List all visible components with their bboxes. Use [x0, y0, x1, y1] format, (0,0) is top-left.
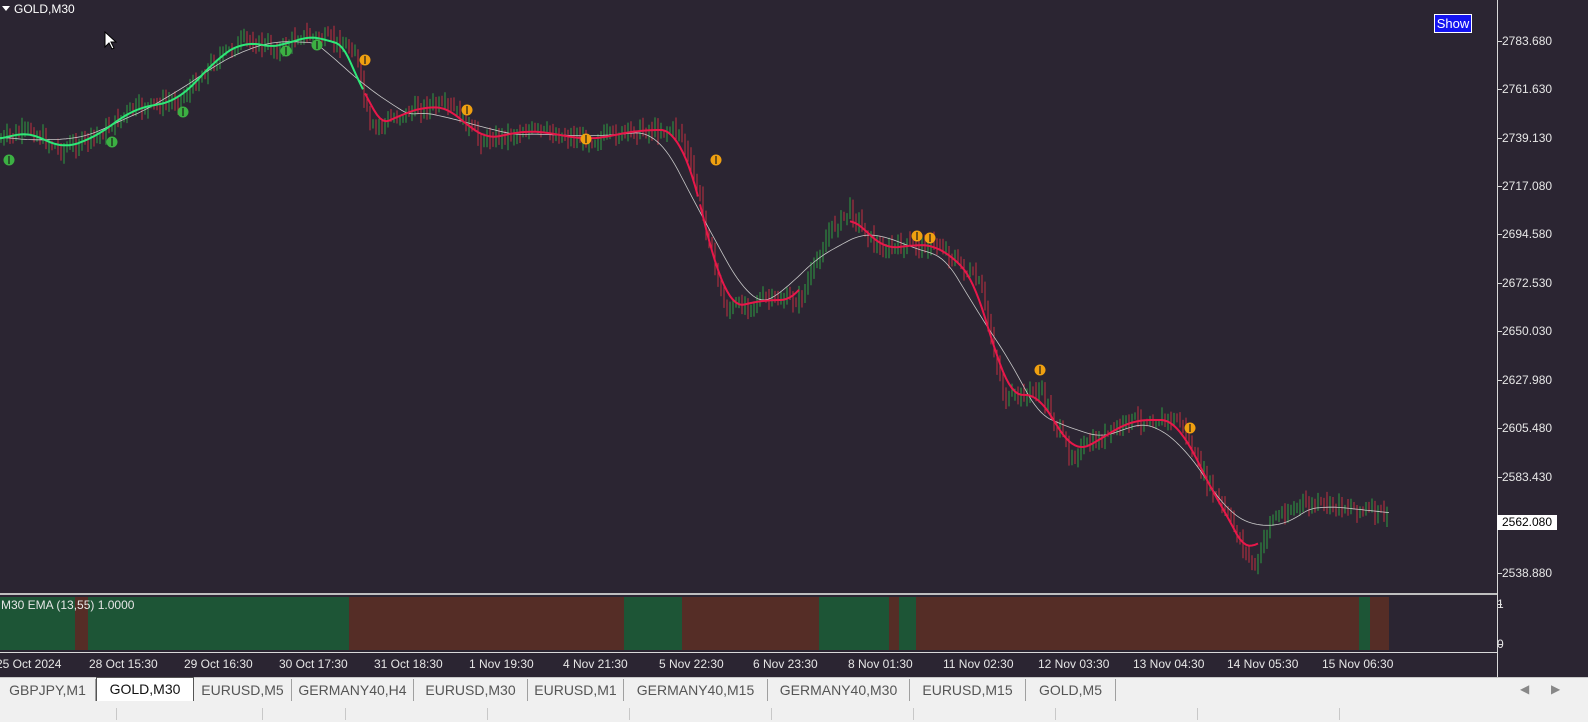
price-tick-label: 2717.080 — [1498, 179, 1552, 193]
symbol-title-text: GOLD,M30 — [14, 2, 75, 16]
time-tick-label: 28 Oct 15:30 — [89, 657, 158, 671]
tab-gold-m30[interactable]: GOLD,M30 — [96, 677, 194, 701]
price-tick-label: 2538.880 — [1498, 566, 1552, 580]
scroll-right-icon[interactable]: ▶ — [1551, 682, 1560, 696]
indicator-scale-top: 1 — [1497, 597, 1504, 611]
sell-signal-icon — [461, 104, 473, 116]
buy-signal-icon — [3, 154, 15, 166]
sell-signal-icon — [1184, 422, 1196, 434]
ema-histogram — [0, 597, 1389, 650]
time-tick-label: 11 Nov 02:30 — [943, 657, 1014, 671]
buy-signal-icon — [177, 106, 189, 118]
buy-signal-icon — [106, 136, 118, 148]
sell-signal-icon — [1034, 364, 1046, 376]
histogram-zone — [916, 597, 1359, 650]
symbol-title[interactable]: GOLD,M30 — [2, 2, 75, 16]
show-button[interactable]: Show — [1434, 14, 1472, 33]
price-tick-label: 2672.530 — [1498, 276, 1552, 290]
sell-signal-icon — [911, 230, 923, 242]
tab-germany40-m30[interactable]: GERMANY40,M30 — [768, 679, 910, 701]
chart-tab-bar: GBPJPY,M1 GOLD,M30 EURUSD,M5 GERMANY40,H4 EU… — [0, 677, 1588, 722]
candles — [0, 22, 1388, 575]
price-tick-label: 2605.480 — [1498, 421, 1552, 435]
mouse-cursor-icon — [104, 31, 118, 50]
ema-fast-up-line — [0, 36, 364, 147]
price-axis[interactable]: 2783.680 2761.630 2739.130 2717.080 2694.580… — [1497, 0, 1588, 677]
time-tick-label: 15 Nov 06:30 — [1322, 657, 1394, 671]
scroll-left-icon[interactable]: ◀ — [1520, 682, 1529, 696]
time-tick-label: 8 Nov 01:30 — [848, 657, 913, 671]
tab-eurusd-m5[interactable]: EURUSD,M5 — [194, 679, 292, 701]
price-tick-label: 2627.980 — [1498, 373, 1552, 387]
current-price-label: 2562.080 — [1497, 515, 1557, 530]
sell-signal-icon — [359, 54, 371, 66]
buy-signal-icon — [280, 45, 292, 57]
status-bar — [0, 705, 1588, 722]
tab-eurusd-m30[interactable]: EURUSD,M30 — [414, 679, 528, 701]
dropdown-triangle-icon[interactable] — [2, 6, 10, 11]
tab-germany40-h4[interactable]: GERMANY40,H4 — [292, 679, 414, 701]
tab-germany40-m15[interactable]: GERMANY40,M15 — [624, 679, 768, 701]
histogram-zone — [899, 597, 916, 650]
time-tick-label: 12 Nov 03:30 — [1038, 657, 1110, 671]
histogram-zone — [624, 597, 682, 650]
time-tick-label: 25 Oct 2024 — [0, 657, 62, 671]
time-tick-label: 30 Oct 17:30 — [279, 657, 348, 671]
tab-eurusd-m15[interactable]: EURUSD,M15 — [910, 679, 1026, 701]
ema-slow-line — [0, 41, 1390, 526]
time-tick-label: 6 Nov 23:30 — [753, 657, 818, 671]
tab-eurusd-m1[interactable]: EURUSD,M1 — [528, 679, 624, 701]
time-tick-label: 4 Nov 21:30 — [563, 657, 628, 671]
candlestick-chart[interactable] — [0, 0, 1497, 593]
sell-signal-icon — [580, 133, 592, 145]
price-tick-label: 2739.130 — [1498, 131, 1552, 145]
price-tick-label: 2783.680 — [1498, 34, 1552, 48]
indicator-pane[interactable]: M30 EMA (13,55) 1.0000 — [0, 595, 1497, 652]
price-tick-label: 2583.430 — [1498, 470, 1552, 484]
time-tick-label: 29 Oct 16:30 — [184, 657, 253, 671]
price-tick-label: 2694.580 — [1498, 227, 1552, 241]
buy-signal-icon — [311, 39, 323, 51]
indicator-label: M30 EMA (13,55) 1.0000 — [1, 598, 135, 612]
price-tick-label: 2761.630 — [1498, 82, 1552, 96]
ema-fast-down-line — [849, 220, 1259, 547]
time-tick-label: 1 Nov 19:30 — [469, 657, 534, 671]
sell-signal-icon — [710, 154, 722, 166]
time-tick-label: 14 Nov 05:30 — [1227, 657, 1299, 671]
indicator-scale-bottom: 0 — [1497, 637, 1504, 651]
price-chart[interactable]: GOLD,M30 Show — [0, 0, 1497, 593]
tab-gbpjpy-m1[interactable]: GBPJPY,M1 — [0, 679, 96, 701]
time-axis[interactable]: 25 Oct 2024 28 Oct 15:30 29 Oct 16:30 30 Oc… — [0, 652, 1497, 678]
time-tick-label: 13 Nov 04:30 — [1133, 657, 1205, 671]
price-tick-label: 2650.030 — [1498, 324, 1552, 338]
histogram-zone — [682, 597, 819, 650]
time-tick-label: 31 Oct 18:30 — [374, 657, 443, 671]
histogram-zone — [1359, 597, 1370, 650]
time-tick-label: 5 Nov 22:30 — [659, 657, 724, 671]
sell-signal-icon — [924, 232, 936, 244]
tab-gold-m5[interactable]: GOLD,M5 — [1026, 679, 1116, 701]
